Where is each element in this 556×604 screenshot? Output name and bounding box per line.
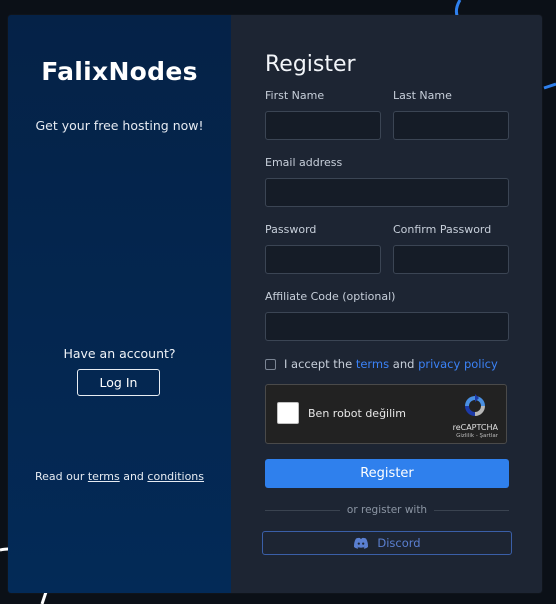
brand-logo: FalixNodes [41, 57, 198, 86]
accept-terms-checkbox[interactable] [265, 358, 276, 370]
discord-button[interactable]: Discord [262, 531, 512, 555]
divider-line-left [265, 509, 340, 511]
divider-line-right [434, 509, 509, 511]
terms-notice-and: and [123, 470, 144, 483]
confirm-password-label: Confirm Password [393, 223, 492, 236]
first-name-label: First Name [265, 89, 325, 102]
brand-panel: FalixNodes Get your free hosting now! Ha… [8, 15, 231, 593]
recaptcha-label: Ben robot değilim [308, 407, 406, 420]
accept-terms-row: I accept the terms and privacy policy [265, 357, 498, 371]
first-name-field[interactable] [265, 111, 381, 140]
conditions-link[interactable]: conditions [147, 470, 204, 483]
password-label: Password [265, 223, 317, 236]
accept-prefix: I accept the [284, 357, 353, 371]
email-label: Email address [265, 156, 343, 169]
terms-notice-prefix: Read our [34, 470, 85, 483]
discord-icon [354, 537, 369, 549]
recaptcha-brand: reCAPTCHA [452, 423, 498, 432]
login-button[interactable]: Log In [77, 369, 160, 396]
terms-notice: Read our terms and conditions [8, 470, 231, 483]
terms-link[interactable]: terms [88, 470, 120, 483]
accept-terms-text: I accept the terms and privacy policy [284, 357, 498, 371]
or-register-with-text: or register with [346, 504, 428, 516]
brand-tagline: Get your free hosting now! [35, 118, 204, 133]
recaptcha-links[interactable]: Gizlilik - Şartlar [456, 433, 498, 439]
register-form: Register First Name Last Name Email addr… [231, 15, 542, 593]
form-title: Register [265, 52, 356, 77]
recaptcha-checkbox[interactable] [277, 402, 299, 424]
discord-label: Discord [377, 536, 421, 550]
or-divider: or register with [265, 503, 509, 517]
accept-terms-link[interactable]: terms [356, 357, 389, 371]
accept-and: and [392, 357, 415, 371]
affiliate-code-label: Affiliate Code (optional) [265, 290, 396, 303]
password-field[interactable] [265, 245, 381, 274]
confirm-password-field[interactable] [393, 245, 509, 274]
recaptcha-widget: Ben robot değilim reCAPTCHA Gizlilik - Ş… [265, 384, 507, 444]
register-card: FalixNodes Get your free hosting now! Ha… [8, 15, 542, 593]
email-field[interactable] [265, 178, 509, 207]
last-name-field[interactable] [393, 111, 509, 140]
register-button[interactable]: Register [265, 459, 509, 488]
privacy-policy-link[interactable]: privacy policy [418, 357, 498, 371]
recaptcha-logo-icon [465, 394, 485, 416]
last-name-label: Last Name [393, 89, 452, 102]
have-account-text: Have an account? [63, 346, 176, 361]
affiliate-code-field[interactable] [265, 312, 509, 341]
